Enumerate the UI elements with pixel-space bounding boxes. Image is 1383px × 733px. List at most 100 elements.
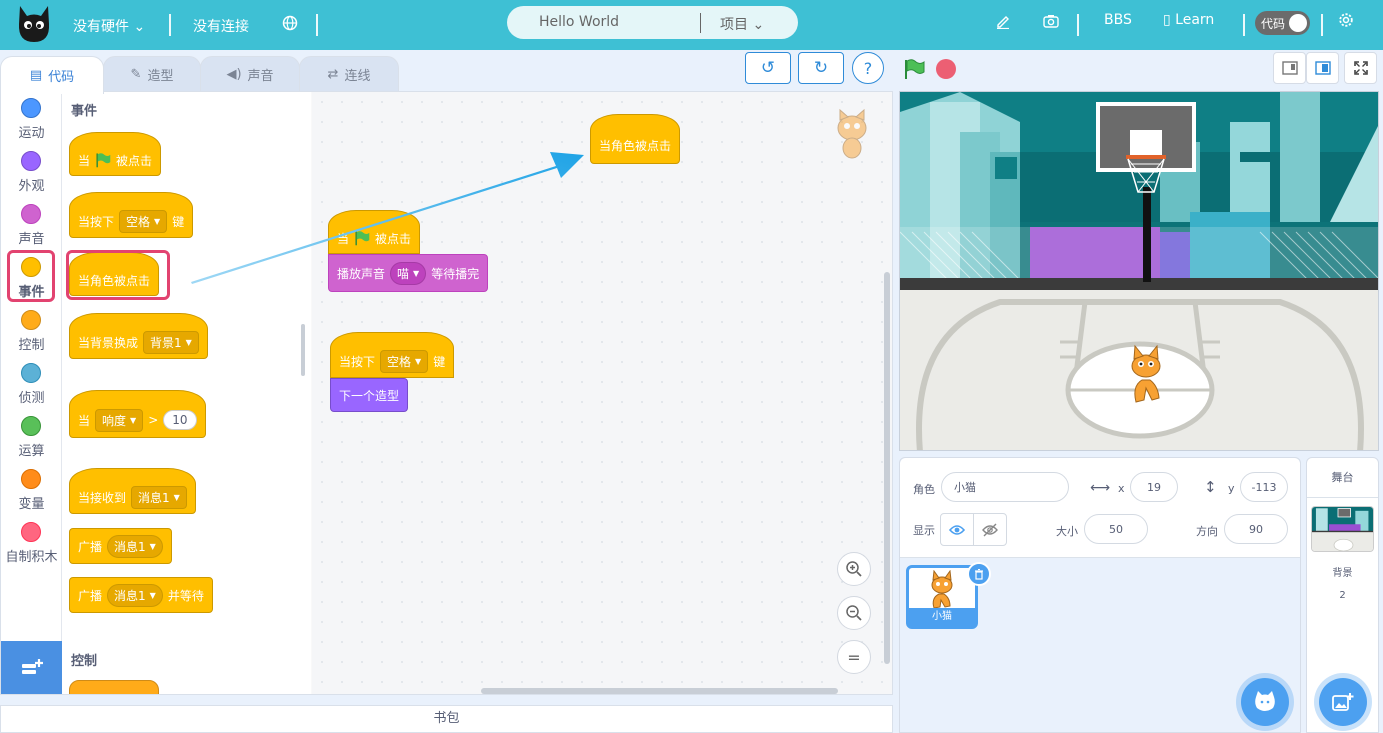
hardware-menu[interactable]: 没有硬件 ⌄ bbox=[73, 16, 145, 36]
category-sensing[interactable]: 侦测 bbox=[1, 357, 62, 407]
hide-sprite-button[interactable] bbox=[973, 513, 1007, 546]
globe-icon[interactable] bbox=[282, 15, 298, 35]
stage-selector[interactable]: 舞台 背景 2 bbox=[1306, 457, 1379, 733]
block-text: 当背景换成 bbox=[78, 335, 139, 350]
block-text: 下一个造型 bbox=[339, 388, 400, 403]
block-when-i-receive[interactable]: 当接收到 消息1 ▼ bbox=[69, 468, 196, 514]
operators-dot bbox=[21, 416, 41, 436]
stage[interactable] bbox=[899, 91, 1379, 451]
block-broadcast-and-wait[interactable]: 广播 消息1 ▼ 并等待 bbox=[69, 577, 213, 613]
ws-block-next-costume[interactable]: 下一个造型 bbox=[330, 378, 409, 412]
x-input[interactable]: 19 bbox=[1130, 472, 1178, 502]
pencil-icon[interactable] bbox=[996, 13, 1010, 33]
backdrop-label: 背景 bbox=[1332, 568, 1353, 579]
add-backdrop-button[interactable] bbox=[1319, 678, 1367, 726]
book-icon: ▯ bbox=[1163, 12, 1171, 28]
direction-input[interactable]: 90 bbox=[1224, 514, 1288, 544]
ws-block-when-sprite-clicked[interactable]: 当角色被点击 bbox=[590, 114, 681, 164]
tab-wiring[interactable]: ⇄ 连线 bbox=[299, 56, 399, 92]
chevron-down-icon: ⌄ bbox=[752, 17, 765, 33]
connection-status[interactable]: 没有连接 bbox=[193, 16, 249, 36]
small-stage-button[interactable] bbox=[1273, 52, 1306, 84]
block-when-greater-than[interactable]: 当 响度 ▼ > 10 bbox=[69, 390, 206, 438]
project-menu[interactable]: 项目 ⌄ bbox=[720, 14, 764, 34]
block-control-partial[interactable] bbox=[69, 680, 159, 694]
block-when-flag-clicked[interactable]: 当 被点击 bbox=[69, 132, 162, 176]
caret-down-icon: ▼ bbox=[185, 337, 192, 347]
backdrop-dropdown[interactable]: 背景1 ▼ bbox=[143, 330, 199, 354]
sprite-thumbnail[interactable]: 小猫 bbox=[906, 562, 991, 629]
key-dropdown[interactable]: 空格 ▼ bbox=[119, 209, 168, 233]
bbs-link[interactable]: BBS bbox=[1104, 12, 1132, 28]
message-dropdown[interactable]: 消息1 ▼ bbox=[131, 485, 187, 509]
sprite-info: 角色 小猫 ⟷ x 19 ↕ y -113 显示 大小 50 方向 90 bbox=[900, 458, 1300, 558]
ws-block-when-flag-clicked[interactable]: 当 被点击 bbox=[328, 210, 421, 254]
zoom-reset-button[interactable]: = bbox=[837, 640, 871, 674]
y-input[interactable]: -113 bbox=[1240, 472, 1288, 502]
my-blocks-dot bbox=[21, 522, 41, 542]
sound-dropdown[interactable]: 喵 ▼ bbox=[390, 261, 427, 285]
tab-code[interactable]: ▤ 代码 bbox=[0, 56, 104, 94]
mode-toggle[interactable]: 代码 bbox=[1255, 11, 1310, 35]
dropdown-value: 响度 bbox=[102, 413, 127, 428]
ws-block-when-key-pressed[interactable]: 当按下 空格 ▼ 键 bbox=[330, 332, 455, 378]
tab-costumes[interactable]: ✎ 造型 bbox=[103, 56, 201, 92]
workspace-scrollbar-vertical[interactable] bbox=[884, 272, 890, 664]
workspace-scrollbar-horizontal[interactable] bbox=[481, 688, 838, 694]
redo-button[interactable]: ↻ bbox=[798, 52, 844, 84]
script-workspace[interactable]: 当角色被点击 当 被点击 播放声音 喵 ▼ 等待播完 当按下 空格 ▼ 键 下一个造… bbox=[312, 92, 892, 694]
caret-down-icon: ▼ bbox=[173, 492, 180, 502]
green-flag-icon[interactable] bbox=[903, 58, 925, 80]
zoom-out-icon bbox=[846, 605, 862, 621]
tab-sounds[interactable]: ◀) 声音 bbox=[200, 56, 300, 92]
show-sprite-button[interactable] bbox=[940, 513, 974, 546]
value-input[interactable]: 10 bbox=[163, 410, 197, 430]
category-looks[interactable]: 外观 bbox=[1, 145, 62, 195]
stage-backdrop-thumbnail[interactable] bbox=[1311, 506, 1374, 552]
message-dropdown[interactable]: 消息1 ▼ bbox=[107, 534, 163, 558]
stop-button[interactable] bbox=[936, 59, 956, 79]
block-text: 当按下 bbox=[339, 354, 376, 369]
block-when-backdrop-switches[interactable]: 当背景换成 背景1 ▼ bbox=[69, 313, 208, 359]
small-stage-icon bbox=[1281, 61, 1298, 75]
camera-icon[interactable] bbox=[1043, 14, 1059, 32]
delete-sprite-button[interactable] bbox=[967, 562, 991, 586]
category-highlight bbox=[7, 250, 55, 302]
block-text: 并等待 bbox=[167, 588, 204, 603]
category-variables[interactable]: 变量 bbox=[1, 463, 62, 513]
learn-link[interactable]: ▯ Learn bbox=[1163, 12, 1214, 28]
tab-wiring-label: 连线 bbox=[344, 69, 371, 84]
sprite-name-input[interactable]: 小猫 bbox=[941, 472, 1069, 502]
category-operators[interactable]: 运算 bbox=[1, 410, 62, 460]
gear-icon[interactable] bbox=[1338, 12, 1354, 32]
logo-cat-icon[interactable] bbox=[16, 4, 52, 44]
backdrop-count: 2 bbox=[1339, 590, 1346, 601]
show-label: 显示 bbox=[913, 524, 935, 537]
palette-scrollbar[interactable] bbox=[301, 324, 305, 376]
caret-down-icon: ▼ bbox=[413, 268, 420, 278]
ws-block-play-sound-until-done[interactable]: 播放声音 喵 ▼ 等待播完 bbox=[328, 254, 489, 292]
sensor-dropdown[interactable]: 响度 ▼ bbox=[95, 408, 144, 432]
key-dropdown[interactable]: 空格 ▼ bbox=[380, 349, 429, 373]
undo-button[interactable]: ↺ bbox=[745, 52, 791, 84]
category-my-blocks[interactable]: 自制积木 bbox=[1, 516, 62, 566]
add-sprite-button[interactable] bbox=[1241, 678, 1289, 726]
category-sound[interactable]: 声音 bbox=[1, 198, 62, 248]
zoom-out-button[interactable] bbox=[837, 596, 871, 630]
divider bbox=[700, 13, 701, 33]
caret-down-icon: ▼ bbox=[149, 541, 156, 551]
large-stage-button[interactable] bbox=[1306, 52, 1339, 84]
block-text: 当 bbox=[337, 231, 350, 246]
help-button[interactable]: ? bbox=[852, 52, 884, 84]
project-title[interactable]: Hello World bbox=[539, 14, 619, 30]
zoom-in-button[interactable] bbox=[837, 552, 871, 586]
size-input[interactable]: 50 bbox=[1084, 514, 1148, 544]
backpack[interactable]: 书包 bbox=[0, 705, 893, 733]
message-dropdown[interactable]: 消息1 ▼ bbox=[107, 583, 163, 607]
block-broadcast[interactable]: 广播 消息1 ▼ bbox=[69, 528, 172, 564]
fullscreen-button[interactable] bbox=[1344, 52, 1377, 84]
category-control[interactable]: 控制 bbox=[1, 304, 62, 354]
add-extension-button[interactable] bbox=[1, 641, 62, 694]
category-motion[interactable]: 运动 bbox=[1, 92, 62, 142]
block-when-key-pressed[interactable]: 当按下 空格 ▼ 键 bbox=[69, 192, 194, 238]
